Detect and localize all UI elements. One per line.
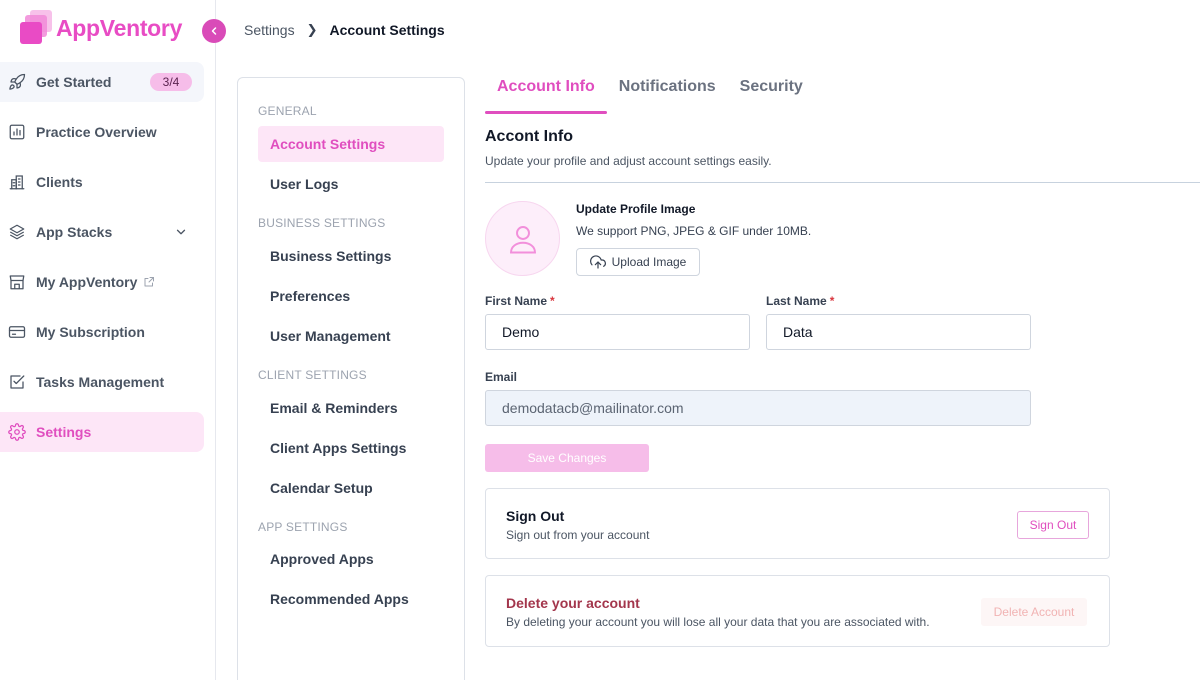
email-label: Email [485,370,518,384]
store-icon [9,275,25,290]
sidebar-item-label: App Stacks [36,224,113,240]
layers-icon [9,224,25,240]
section-divider [485,182,1200,183]
sidebar-item-label: My Subscription [36,324,145,340]
required-mark: * [550,294,555,308]
settings-item-approved-apps[interactable]: Approved Apps [258,541,444,577]
avatar[interactable] [485,201,560,276]
settings-section-client: CLIENT SETTINGS [258,368,367,382]
settings-item-business-settings[interactable]: Business Settings [258,238,444,274]
sidebar-item-settings[interactable]: Settings [0,412,204,452]
app-sidebar: AppVentory Get Started 3/4 Practice Over… [0,0,216,680]
app-logo[interactable]: AppVentory [18,10,182,46]
collapse-sidebar-button[interactable] [202,19,226,43]
sidebar-item-app-stacks[interactable]: App Stacks [0,212,204,252]
sign-out-subtitle: Sign out from your account [506,528,650,542]
settings-item-user-management[interactable]: User Management [258,318,444,354]
settings-section-general: GENERAL [258,104,317,118]
required-mark: * [829,294,835,308]
credit-card-icon [8,326,26,338]
breadcrumb-separator-icon: ❯ [306,22,318,37]
sign-out-button[interactable]: Sign Out [1017,511,1089,539]
cloud-upload-icon [589,255,606,269]
gear-icon [8,423,26,441]
sidebar-item-label: Settings [36,424,92,440]
upload-image-button[interactable]: Upload Image [576,248,700,276]
sidebar-item-get-started[interactable]: Get Started 3/4 [0,62,204,102]
last-name-label: Last Name * [766,294,835,308]
settings-item-calendar-setup[interactable]: Calendar Setup [258,470,444,506]
external-link-icon [144,277,155,287]
sidebar-item-label: Clients [36,174,83,190]
upload-image-label: Upload Image [611,255,687,269]
settings-item-recommended-apps[interactable]: Recommended Apps [258,581,444,617]
building-icon [9,175,25,190]
checkbox-icon [10,375,25,389]
sidebar-item-my-appventory[interactable]: My AppVentory [0,262,204,302]
logo-mark-icon [18,10,54,46]
rocket-icon [9,73,26,90]
delete-account-subtitle: By deleting your account you will lose a… [506,615,930,629]
settings-item-preferences[interactable]: Preferences [258,278,444,314]
section-subtitle: Update your profile and adjust account s… [485,154,772,168]
tab-account-info[interactable]: Account Info [485,68,607,114]
sidebar-item-label: My AppVentory [36,274,138,290]
first-name-label: First Name * [485,294,555,308]
chevron-left-icon [211,27,217,35]
delete-account-button[interactable]: Delete Account [981,598,1087,626]
app-name: AppVentory [56,14,183,41]
settings-item-account-settings[interactable]: Account Settings [258,126,444,162]
delete-account-card: Delete your account By deleting your acc… [485,575,1110,647]
settings-item-user-logs[interactable]: User Logs [258,166,444,202]
settings-section-app: APP SETTINGS [258,520,348,534]
breadcrumb: Settings ❯ Account Settings [244,22,445,38]
sidebar-item-label: Get Started [36,74,112,90]
sidebar-item-my-subscription[interactable]: My Subscription [0,312,204,352]
delete-account-title: Delete your account [506,595,640,611]
settings-nav-panel: GENERAL Account Settings User Logs BUSIN… [237,77,465,680]
profile-image-hint: We support PNG, JPEG & GIF under 10MB. [576,224,812,238]
chevron-down-icon[interactable] [174,225,188,239]
last-name-field[interactable]: Data [766,314,1031,350]
tab-security[interactable]: Security [728,68,815,114]
tab-notifications[interactable]: Notifications [607,68,728,114]
sidebar-item-clients[interactable]: Clients [0,162,204,202]
save-changes-button[interactable]: Save Changes [485,444,649,472]
sign-out-card: Sign Out Sign out from your account Sign… [485,488,1110,559]
settings-section-business: BUSINESS SETTINGS [258,216,386,230]
user-icon [509,225,536,253]
section-title: Accont Info [485,128,573,145]
sidebar-item-label: Tasks Management [36,374,165,390]
email-field[interactable]: demodatacb@mailinator.com [485,390,1031,426]
sign-out-title: Sign Out [506,508,565,524]
settings-item-client-apps-settings[interactable]: Client Apps Settings [258,430,444,466]
sidebar-item-tasks-management[interactable]: Tasks Management [0,362,204,402]
account-tabs: Account Info Notifications Security [485,68,815,114]
sidebar-item-label: Practice Overview [36,124,157,140]
progress-badge: 3/4 [150,73,192,91]
first-name-field[interactable]: Demo [485,314,750,350]
breadcrumb-current: Account Settings [329,22,445,38]
chart-icon [9,124,25,140]
profile-image-title: Update Profile Image [576,202,696,216]
sidebar-item-practice-overview[interactable]: Practice Overview [0,112,204,152]
sidebar-nav: Get Started 3/4 Practice Overview Client… [0,62,204,462]
breadcrumb-settings-link[interactable]: Settings [244,22,295,38]
settings-item-email-reminders[interactable]: Email & Reminders [258,390,444,426]
